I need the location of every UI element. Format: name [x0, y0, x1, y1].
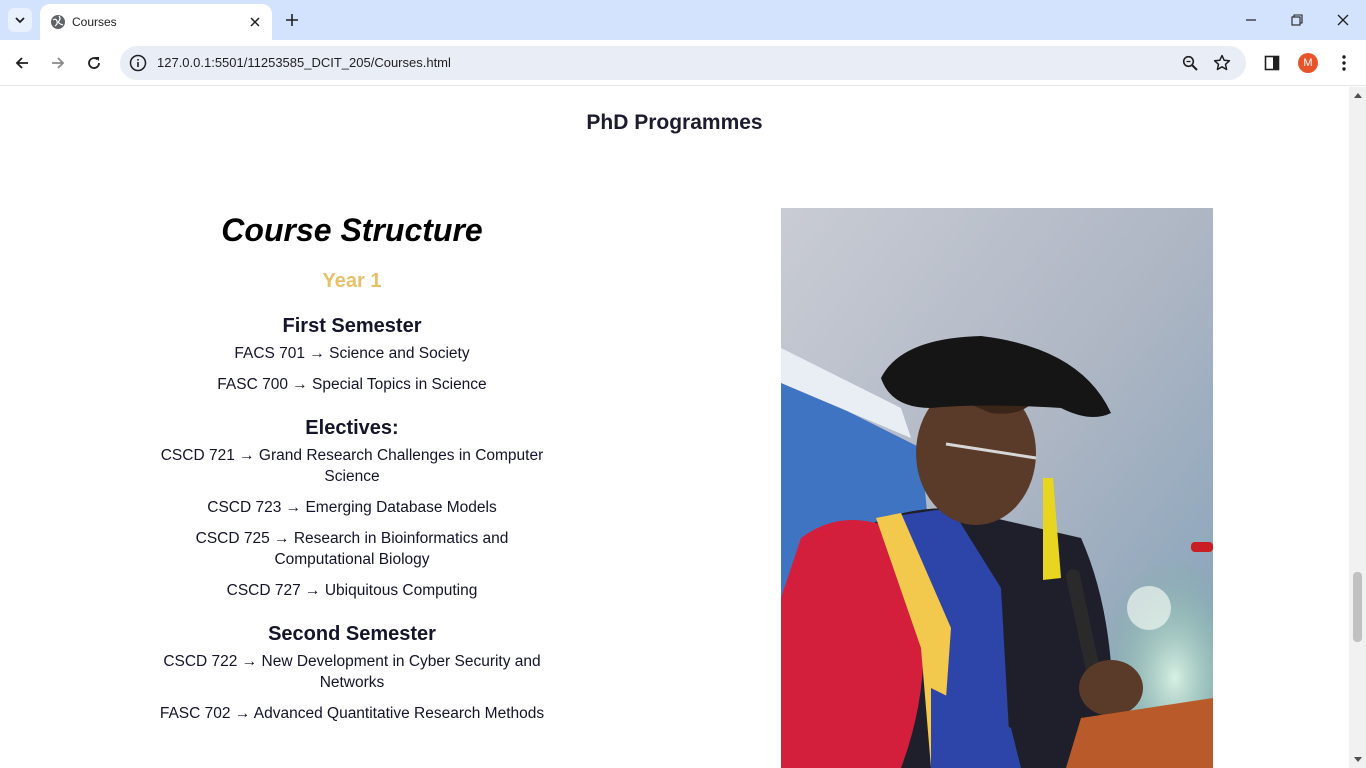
avatar[interactable]: M [1298, 53, 1318, 73]
back-icon[interactable] [7, 48, 37, 78]
reload-icon[interactable] [79, 48, 109, 78]
tab-courses[interactable]: Courses [40, 4, 272, 40]
minimize-icon[interactable] [1228, 0, 1274, 40]
info-icon[interactable] [129, 54, 147, 72]
tab-title: Courses [72, 15, 117, 29]
course-structure-title: Course Structure [221, 212, 483, 248]
course-item: FASC 702 → Advanced Quantitative Researc… [159, 705, 545, 722]
scroll-down-icon[interactable] [1349, 751, 1366, 768]
star-icon[interactable] [1212, 53, 1232, 73]
close-window-icon[interactable] [1320, 0, 1366, 40]
course-item: CSCD 727 → Ubiquitous Computing [226, 582, 478, 599]
kebab-menu-icon[interactable] [1332, 51, 1356, 75]
forward-icon[interactable] [43, 48, 73, 78]
restore-icon[interactable] [1274, 0, 1320, 40]
course-item: CSCD 722 → New Development in Cyber Secu… [163, 653, 541, 691]
globe-icon [50, 14, 66, 30]
electives-title: Electives: [305, 417, 399, 439]
course-item: FASC 700 → Special Topics in Science [217, 376, 487, 393]
course-item: CSCD 725 → Research in Bioinformatics an… [195, 530, 509, 568]
browser-toolbar: 127.0.0.1:5501/11253585_DCIT_205/Courses… [0, 40, 1366, 86]
course-item: CSCD 721 → Grand Research Challenges in … [160, 447, 544, 485]
plus-icon[interactable] [280, 8, 304, 32]
close-icon[interactable] [246, 13, 264, 31]
page-viewport: PhD Programmes Course Structure Year 1 F… [0, 87, 1349, 768]
tab-search-icon[interactable] [8, 8, 32, 32]
course-item: FACS 701 → Science and Society [234, 345, 470, 362]
scroll-up-icon[interactable] [1349, 87, 1366, 104]
professor-photo [781, 208, 1213, 768]
zoom-icon[interactable] [1180, 53, 1200, 73]
tab-strip: Courses [0, 0, 1366, 40]
scrollbar-thumb[interactable] [1353, 572, 1362, 642]
side-panel-icon[interactable] [1260, 51, 1284, 75]
second-semester-title: Second Semester [268, 623, 436, 645]
scrollbar[interactable] [1349, 87, 1366, 768]
url-text[interactable]: 127.0.0.1:5501/11253585_DCIT_205/Courses… [157, 55, 451, 71]
course-item: CSCD 723 → Emerging Database Models [207, 499, 497, 516]
address-bar[interactable]: 127.0.0.1:5501/11253585_DCIT_205/Courses… [120, 46, 1246, 80]
course-structure-section: Course Structure Year 1 First Semester F… [140, 207, 564, 724]
year-title: Year 1 [322, 270, 382, 292]
first-semester-title: First Semester [282, 315, 422, 337]
page-title: PhD Programmes [586, 111, 763, 134]
